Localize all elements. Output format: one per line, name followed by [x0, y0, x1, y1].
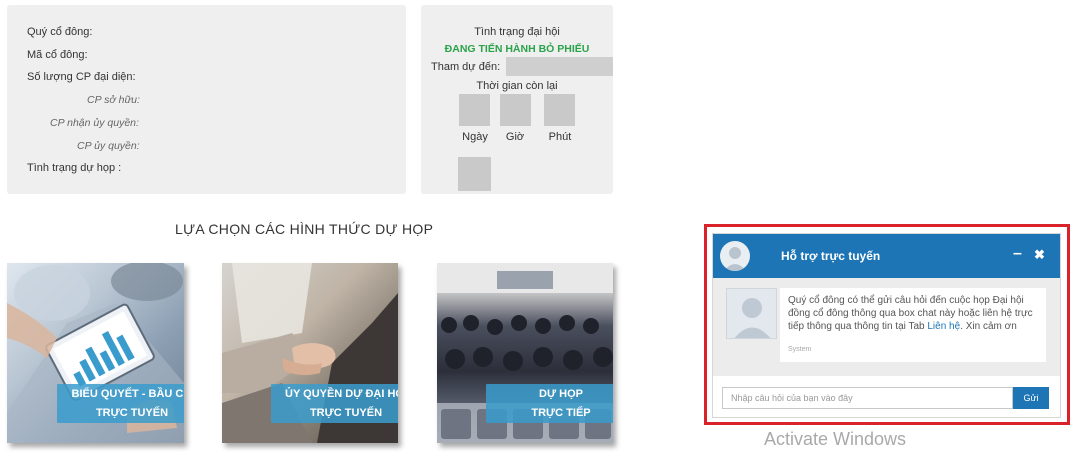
shares-owned-label: CP sở hữu:	[87, 94, 140, 106]
send-button[interactable]: Gửi	[1013, 387, 1049, 409]
minus-icon[interactable]: –	[1013, 245, 1022, 263]
time-remaining-label: Thời gian còn lại	[476, 80, 558, 92]
online-proxy-line2: TRỰC TUYẾN	[309, 407, 383, 419]
chat-avatar	[720, 241, 750, 271]
meeting-status-panel: Tình trạng đại hội ĐANG TIẾN HÀNH BỎ PHI…	[421, 5, 613, 194]
online-proxy-button[interactable]: ỦY QUYỀN DỰ ĐẠI HỘI TRỰC TUYẾN	[271, 384, 398, 423]
attendance-status-indicator	[458, 157, 491, 191]
shares-represented-label: Số lượng CP đại diện:	[27, 71, 136, 83]
attend-until-value	[506, 57, 613, 76]
message-sender: System	[788, 346, 812, 353]
online-voting-line1: BIỂU QUYẾT - BẦU CỬ	[71, 388, 184, 400]
message-bubble: Quý cổ đông có thể gửi câu hỏi đến cuộc …	[780, 288, 1046, 362]
in-person-button[interactable]: DỰ HỌP TRỰC TIẾP	[486, 384, 613, 423]
shareholder-code-label: Mã cổ đông:	[27, 49, 88, 61]
countdown-hours-box	[500, 94, 531, 126]
user-icon	[734, 298, 771, 338]
chat-header: Hỗ trợ trực tuyến – ✖	[713, 234, 1060, 278]
online-voting-button[interactable]: BIỂU QUYẾT - BẦU CỬ TRỰC TUYẾN	[57, 384, 184, 423]
user-icon	[724, 247, 746, 271]
shareholder-name-label: Quý cổ đông:	[27, 26, 93, 38]
proxy-given-label: CP ủy quyền:	[77, 140, 140, 152]
online-proxy-card[interactable]: ỦY QUYỀN DỰ ĐẠI HỘI TRỰC TUYẾN	[222, 263, 398, 443]
message-suffix: . Xin cảm ơn	[960, 321, 1017, 332]
meeting-status-value: ĐANG TIẾN HÀNH BỎ PHIẾU	[444, 43, 590, 55]
online-proxy-line1: ỦY QUYỀN DỰ ĐẠI HỘI	[285, 388, 398, 400]
in-person-line2: TRỰC TIẾP	[531, 407, 591, 419]
countdown-days-box	[459, 94, 490, 126]
attendance-options-title: LỰA CHỌN CÁC HÌNH THỨC DỰ HỌP	[175, 221, 434, 237]
message-text: Quý cổ đông có thể gửi câu hỏi đến cuộc …	[788, 294, 1038, 333]
meeting-status-title: Tình trạng đại hội	[474, 26, 560, 38]
online-voting-card[interactable]: BIỂU QUYẾT - BẦU CỬ TRỰC TUYẾN	[7, 263, 184, 443]
in-person-line1: DỰ HỌP	[539, 388, 583, 400]
proxy-received-label: CP nhận ủy quyền:	[50, 117, 139, 129]
support-chat-widget: Hỗ trợ trực tuyến – ✖ Quý cổ đông có thể…	[712, 233, 1061, 418]
countdown-hours-label: Giờ	[505, 131, 525, 143]
countdown-days-label: Ngày	[462, 131, 488, 143]
attend-until-label: Tham dự đến:	[431, 61, 501, 73]
activate-windows-watermark: Activate Windows	[764, 429, 907, 449]
attendance-status-label: Tình trạng dự họp :	[27, 162, 122, 174]
shareholder-info-panel: Quý cổ đông: Mã cổ đông: Số lượng CP đại…	[7, 5, 406, 194]
countdown-minutes-label: Phút	[548, 131, 572, 143]
chat-messages: Quý cổ đông có thể gửi câu hỏi đến cuộc …	[713, 278, 1060, 376]
message-avatar	[726, 288, 777, 339]
chat-title: Hỗ trợ trực tuyến	[781, 249, 881, 263]
online-voting-line2: TRỰC TUYẾN	[95, 407, 169, 419]
close-icon[interactable]: ✖	[1034, 247, 1045, 263]
chat-question-input[interactable]	[722, 387, 1013, 409]
in-person-card[interactable]: DỰ HỌP TRỰC TIẾP	[437, 263, 613, 443]
contact-link[interactable]: Liên hệ	[927, 321, 960, 332]
countdown-minutes-box	[544, 94, 575, 126]
